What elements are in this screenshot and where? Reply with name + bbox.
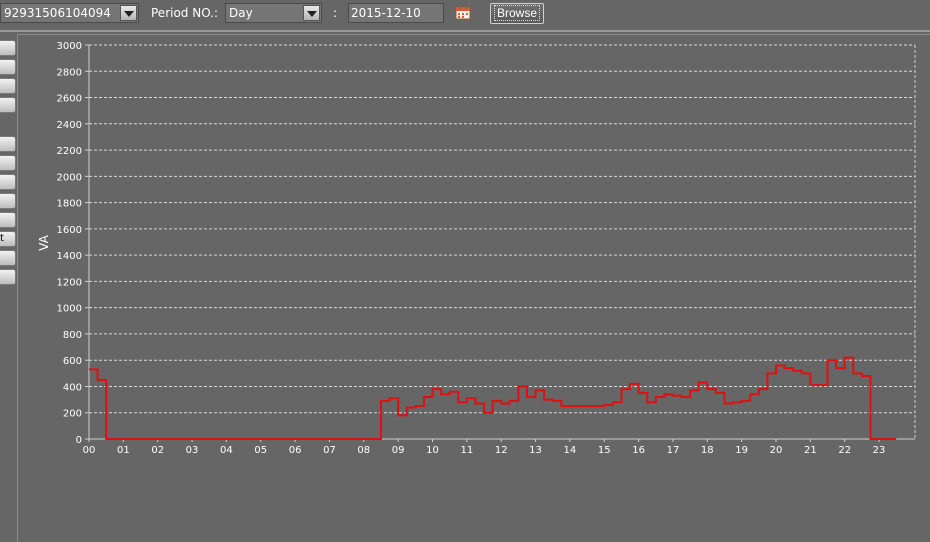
y-tick-label: 1600 [57,225,82,236]
x-tick-label: 12 [495,445,508,456]
y-tick-label: 2400 [57,120,82,131]
y-tick-label: 1800 [57,199,82,210]
x-tick-label: 00 [83,445,96,456]
x-tick-label: 01 [117,445,130,456]
y-tick-label: 1200 [57,277,82,288]
y-tick-label: 1000 [57,304,82,315]
x-tick-label: 21 [804,445,817,456]
x-tick-label: 19 [735,445,748,456]
x-tick-label: 08 [357,445,370,456]
x-tick-label: 09 [392,445,405,456]
x-tick-label: 23 [873,445,886,456]
y-tick-label: 0 [76,435,82,446]
power-chart: 0200400600800100012001400160018002000220… [37,41,916,456]
y-tick-label: 1400 [57,251,82,262]
y-tick-label: 2600 [57,94,82,105]
x-tick-label: 07 [323,445,336,456]
y-tick-label: 3000 [57,41,82,52]
series-line [89,356,897,440]
x-tick-label: 22 [838,445,851,456]
y-tick-label: 800 [63,330,82,341]
y-tick-label: 600 [63,356,82,367]
y-tick-label: 2000 [57,172,82,183]
y-tick-label: 400 [63,382,82,393]
x-tick-label: 04 [220,445,233,456]
x-tick-label: 11 [460,445,473,456]
y-tick-label: 2200 [57,146,82,157]
x-tick-label: 16 [632,445,645,456]
x-tick-label: 17 [667,445,680,456]
y-axis-label: VA [37,234,51,250]
x-tick-label: 02 [151,445,164,456]
x-tick-label: 03 [186,445,199,456]
x-tick-label: 13 [529,445,542,456]
x-tick-label: 14 [564,445,577,456]
x-tick-label: 06 [289,445,302,456]
x-tick-label: 10 [426,445,439,456]
x-tick-label: 15 [598,445,611,456]
x-tick-label: 20 [770,445,783,456]
x-tick-label: 05 [254,445,267,456]
x-tick-label: 18 [701,445,714,456]
y-tick-label: 2800 [57,67,82,78]
y-tick-label: 200 [63,409,82,420]
